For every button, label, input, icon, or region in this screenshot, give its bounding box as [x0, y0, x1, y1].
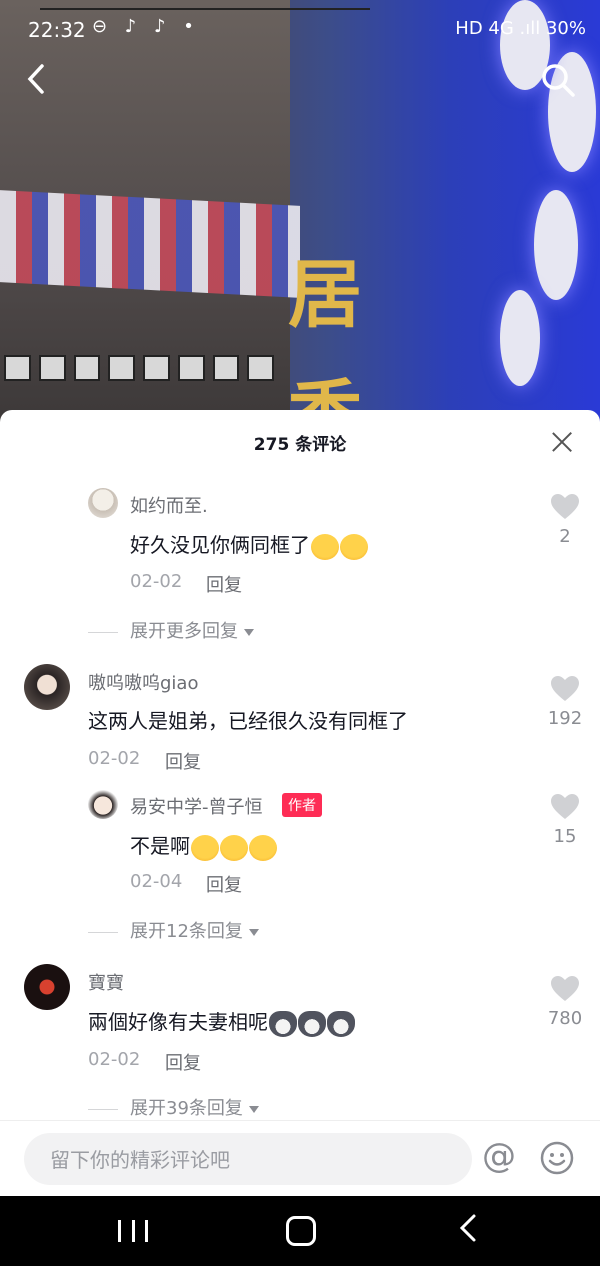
reply-button[interactable]: 回复	[165, 748, 201, 774]
laughing-emoji-icon	[191, 834, 219, 861]
status-indicators: ⊖ ♪ ♪ •	[92, 16, 200, 37]
video-background: 居 香	[0, 0, 600, 430]
expand-replies[interactable]: 展开12条回复	[88, 917, 259, 943]
heart-icon	[551, 794, 579, 819]
comment-sheet: 275 条评论 如约而至. 好久没见你俩同框了 02-02 回复 2 展开更多回…	[0, 410, 600, 1196]
comment-count-title: 275 条评论	[253, 435, 347, 455]
comment-date: 02-02	[88, 748, 141, 769]
expand-label: 展开12条回复	[130, 921, 243, 942]
laughing-emoji-icon	[249, 834, 277, 861]
comment-input-box[interactable]	[24, 1133, 472, 1187]
home-button[interactable]	[286, 1216, 316, 1246]
like-button[interactable]: 2	[545, 494, 585, 547]
comment-text: 好久没见你俩同框了	[130, 529, 368, 560]
avatar[interactable]	[24, 964, 70, 1010]
smiley-icon	[540, 1141, 574, 1175]
comment-input-bar: @	[0, 1120, 600, 1197]
status-right: HD 4G .ıll 30%	[455, 18, 586, 39]
striped-awning	[0, 190, 300, 298]
comment-username[interactable]: 嗷呜嗷呜giao	[88, 669, 198, 695]
comment-input[interactable]	[48, 1133, 452, 1187]
electric-meters	[0, 355, 274, 385]
expand-more-replies[interactable]: 展开更多回复	[88, 617, 254, 643]
comment-username[interactable]: 易安中学-曾子恒	[130, 793, 263, 819]
reply-button[interactable]: 回复	[165, 1049, 201, 1075]
comment-date: 02-02	[88, 1049, 141, 1070]
system-back-button[interactable]	[456, 1212, 480, 1249]
like-count: 192	[547, 708, 583, 729]
like-button[interactable]: 192	[545, 676, 585, 729]
system-navigation-bar	[0, 1196, 600, 1266]
comment-date: 02-02	[130, 571, 183, 592]
caret-down-icon	[248, 1105, 259, 1113]
chevron-left-icon	[27, 64, 44, 94]
expand-label: 展开39条回复	[130, 1098, 243, 1119]
caret-down-icon	[244, 628, 254, 636]
expand-replies[interactable]: 展开39条回复	[88, 1094, 259, 1120]
comment-username[interactable]: 如约而至.	[130, 492, 208, 518]
search-icon	[542, 64, 575, 97]
chevron-left-icon	[459, 1214, 476, 1242]
close-button[interactable]	[550, 430, 574, 454]
decor-disc	[500, 290, 540, 386]
search-button[interactable]	[540, 62, 576, 98]
comment-text: 不是啊	[130, 830, 277, 861]
comment-text-content: 好久没见你俩同框了	[130, 533, 310, 557]
comment-text-content: 不是啊	[130, 834, 190, 858]
status-time: 22:32	[28, 18, 86, 42]
avatar[interactable]	[88, 789, 118, 819]
sign-character: 居	[288, 252, 362, 338]
reply-button[interactable]: 回复	[206, 571, 242, 597]
avatar[interactable]	[88, 488, 118, 518]
dog-emoji-icon	[327, 1010, 355, 1037]
caret-down-icon	[248, 928, 259, 936]
author-badge: 作者	[282, 793, 322, 817]
comment-text-content: 兩個好像有夫妻相呢	[88, 1010, 268, 1034]
like-button[interactable]: 15	[545, 794, 585, 847]
like-count: 15	[553, 826, 577, 847]
like-button[interactable]: 780	[545, 976, 585, 1029]
recent-apps-button[interactable]	[118, 1220, 148, 1242]
reply-button[interactable]: 回复	[206, 871, 242, 897]
decor-disc	[534, 190, 578, 300]
comment-username[interactable]: 寶寶	[88, 969, 124, 995]
heart-icon	[551, 976, 579, 1001]
heart-icon	[551, 494, 579, 519]
like-count: 2	[559, 526, 571, 547]
status-bar: 22:32 ⊖ ♪ ♪ • HD 4G .ıll 30%	[0, 0, 600, 58]
comment-date: 02-04	[130, 871, 183, 892]
blush-emoji-icon	[311, 533, 339, 560]
comment-text: 兩個好像有夫妻相呢	[88, 1006, 355, 1037]
like-count: 780	[547, 1008, 583, 1029]
comment-text: 这两人是姐弟，已经很久没有同框了	[88, 709, 408, 733]
avatar[interactable]	[24, 664, 70, 710]
dog-emoji-icon	[269, 1010, 297, 1037]
heart-icon	[551, 676, 579, 701]
smirk-emoji-icon	[340, 533, 368, 560]
mention-button[interactable]: @	[482, 1139, 516, 1173]
expand-label: 展开更多回复	[130, 621, 238, 642]
back-button[interactable]	[22, 62, 58, 98]
dog-emoji-icon	[298, 1010, 326, 1037]
emoji-button[interactable]	[540, 1141, 574, 1175]
laughing-emoji-icon	[220, 834, 248, 861]
